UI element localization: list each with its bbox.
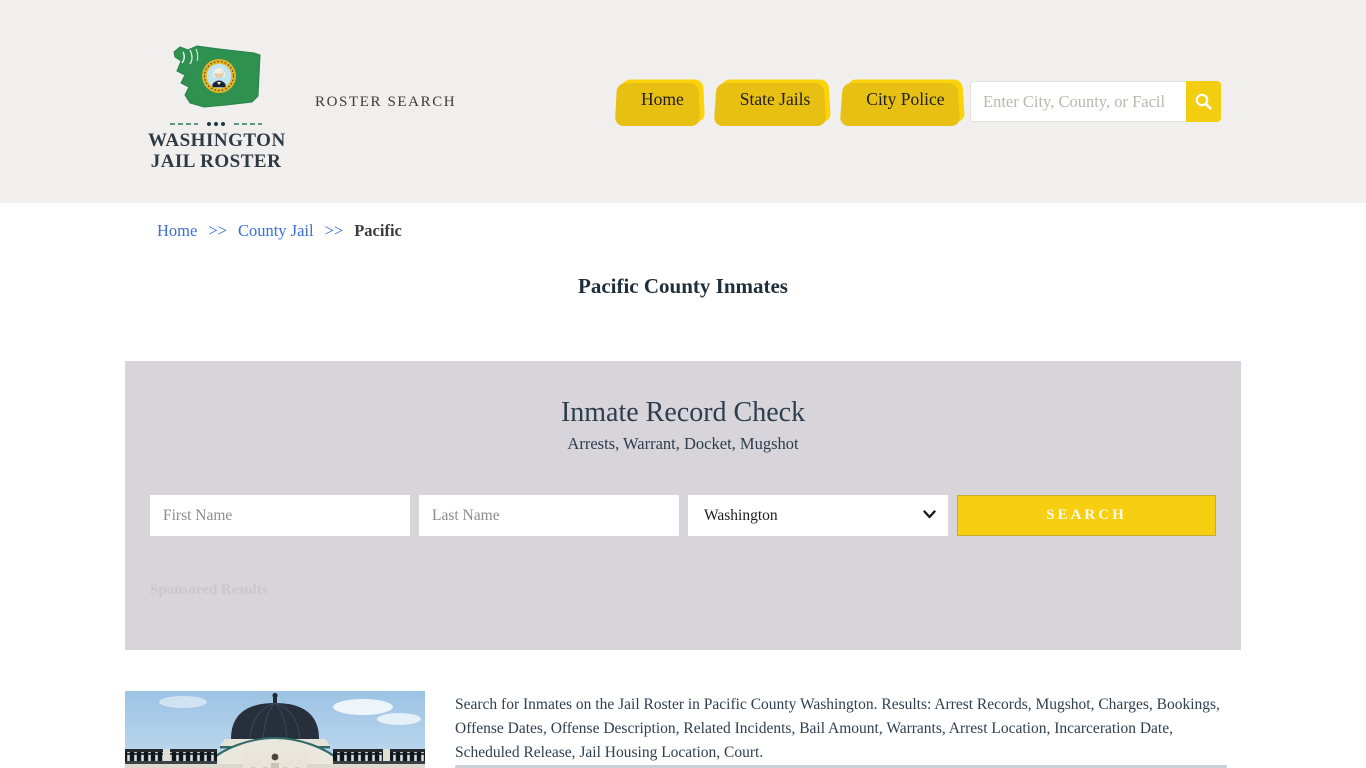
- record-check-heading: Inmate Record Check: [560, 397, 806, 428]
- magnifier-icon: [1195, 93, 1212, 110]
- search-button[interactable]: SEARCH: [957, 495, 1216, 536]
- state-select[interactable]: Washington: [688, 495, 948, 536]
- facility-search: [970, 81, 1221, 122]
- breadcrumb-separator: >>: [324, 221, 344, 240]
- site-section-label: ROSTER SEARCH: [315, 94, 457, 110]
- site-header: WASHINGTON JAIL ROSTER ROSTER SEARCH Hom…: [0, 0, 1366, 203]
- breadcrumb: Home >> County Jail >> Pacific: [157, 221, 402, 241]
- breadcrumb-county-jail-link[interactable]: County Jail: [238, 221, 314, 241]
- logo-divider: [170, 122, 262, 126]
- nav-state-jails-button[interactable]: State Jails: [718, 77, 832, 122]
- facility-search-button[interactable]: [1186, 81, 1221, 122]
- record-check-subheading: Arrests, Warrant, Docket, Mugshot: [567, 434, 799, 453]
- nav-city-police-button[interactable]: City Police: [845, 77, 966, 122]
- logo-title-line1: WASHINGTON: [148, 130, 286, 151]
- breadcrumb-current-page: Pacific: [354, 221, 402, 240]
- sponsored-results-label: Sponsored Results: [150, 582, 268, 598]
- first-name-field[interactable]: [150, 495, 410, 536]
- breadcrumb-home-link[interactable]: Home: [157, 221, 197, 241]
- courthouse-photo: [125, 691, 425, 768]
- about-text: Search for Inmates on the Jail Roster in…: [455, 696, 1220, 761]
- nav-home-button[interactable]: Home: [620, 77, 705, 122]
- nav-home-label: Home: [641, 89, 684, 109]
- about-section: Search for Inmates on the Jail Roster in…: [125, 691, 1225, 768]
- site-logo[interactable]: WASHINGTON JAIL ROSTER: [148, 40, 286, 173]
- inmate-search-form: Washington SEARCH: [150, 495, 1216, 536]
- page-title: Pacific County Inmates: [578, 274, 788, 298]
- facility-search-input[interactable]: [970, 81, 1186, 122]
- logo-title-line2: JAIL ROSTER: [150, 150, 282, 172]
- main-nav: Home State Jails City Police: [620, 77, 966, 122]
- breadcrumb-separator: >>: [208, 221, 227, 240]
- washington-state-map-icon: [173, 45, 261, 108]
- last-name-field[interactable]: [419, 495, 679, 536]
- inmate-record-check-panel: Inmate Record Check Arrests, Warrant, Do…: [125, 361, 1241, 650]
- state-select-wrap: Washington: [688, 495, 948, 536]
- george-washington-seal-icon: [202, 59, 236, 93]
- nav-city-police-label: City Police: [866, 89, 945, 109]
- nav-state-jails-label: State Jails: [739, 89, 811, 109]
